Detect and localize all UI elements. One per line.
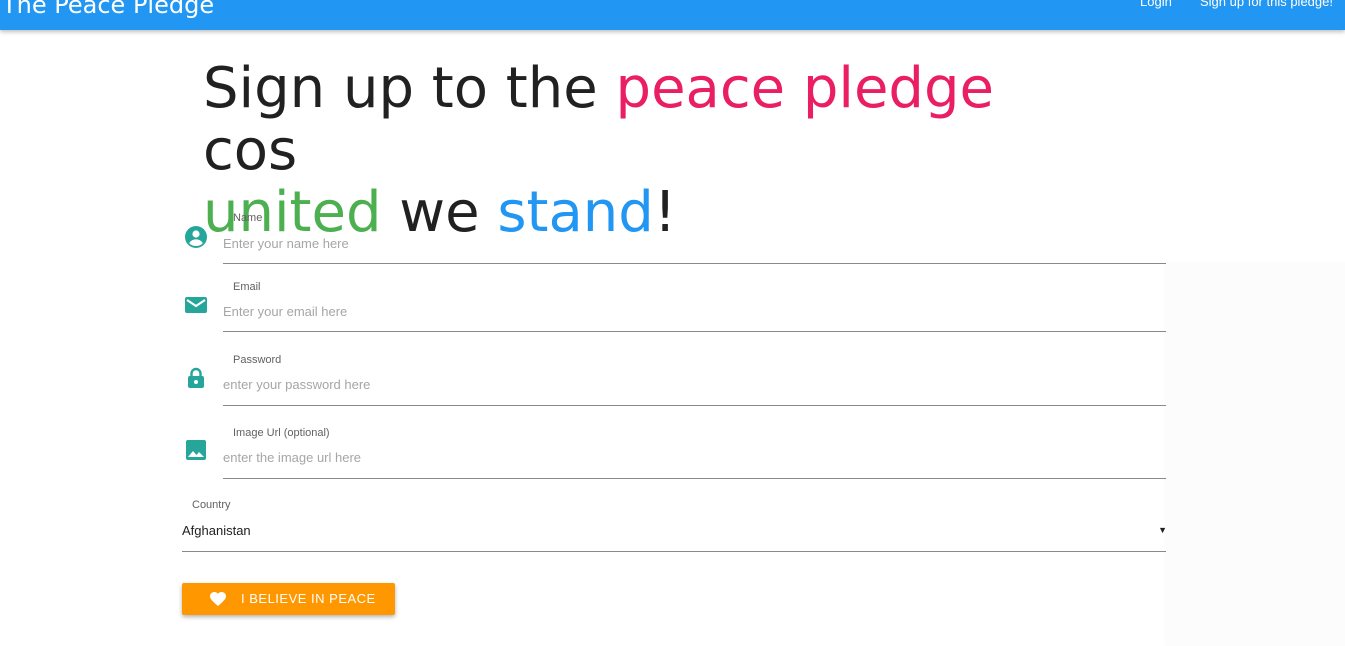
image-url-underline xyxy=(223,478,1169,479)
image-url-input[interactable] xyxy=(223,445,1169,469)
nav-signup-link[interactable]: Sign up for this pledge! xyxy=(1200,0,1333,10)
image-icon xyxy=(186,440,206,460)
submit-pledge-button[interactable]: I BELIEVE IN PEACE xyxy=(182,583,395,615)
name-underline xyxy=(223,263,1169,264)
faded-side-panel xyxy=(1166,262,1345,646)
submit-button-label: I BELIEVE IN PEACE xyxy=(241,591,376,606)
country-selected-value: Afghanistan xyxy=(182,523,251,538)
app-bar: The Peace Pledge Login Sign up for this … xyxy=(0,0,1345,30)
brand-title[interactable]: The Peace Pledge xyxy=(2,0,214,20)
account-circle-icon xyxy=(185,226,207,248)
country-label: Country xyxy=(192,499,231,511)
password-label: Password xyxy=(233,354,282,366)
heart-icon xyxy=(210,592,226,606)
name-label: Name xyxy=(233,212,263,224)
image-url-label: Image Url (optional) xyxy=(233,427,330,439)
email-label: Email xyxy=(233,281,261,293)
nav-login-link[interactable]: Login xyxy=(1140,0,1172,10)
headline-text: cos xyxy=(203,118,298,183)
email-input[interactable] xyxy=(223,299,1169,323)
country-select[interactable]: Afghanistan ▼ xyxy=(182,518,1169,544)
page-headline: Sign up to the peace pledge cos united we… xyxy=(203,58,1103,244)
headline-text: Sign up to the xyxy=(203,56,616,121)
headline-highlight-peace-pledge: peace pledge xyxy=(615,56,994,121)
country-underline xyxy=(182,551,1169,552)
lock-icon xyxy=(188,367,204,388)
name-input[interactable] xyxy=(223,231,1169,255)
password-input[interactable] xyxy=(223,372,1169,396)
email-icon xyxy=(185,297,207,313)
email-underline xyxy=(223,331,1169,332)
password-underline xyxy=(223,405,1169,406)
